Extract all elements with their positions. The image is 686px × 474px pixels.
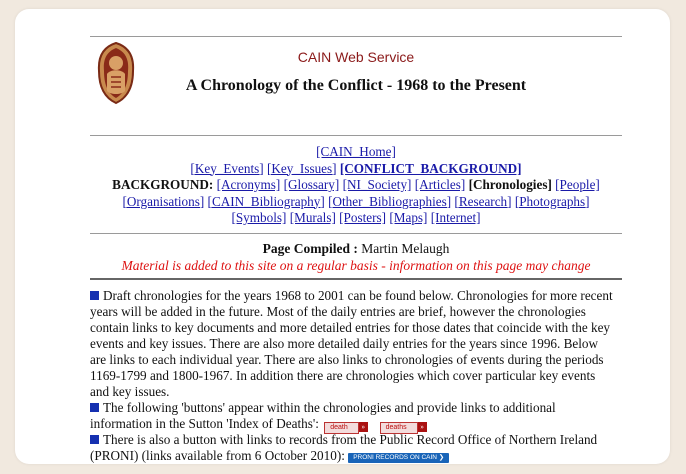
service-name: CAIN Web Service	[297, 49, 415, 65]
nav-link-organisations[interactable]: [Organisations]	[122, 194, 204, 209]
intro-text: Draft chronologies for the years 1968 to…	[90, 280, 615, 464]
nav-link-other-bibliographies[interactable]: [Other_Bibliographies]	[328, 194, 451, 209]
intro-paragraph: Draft chronologies for the years 1968 to…	[90, 288, 615, 400]
nav-link-articles[interactable]: [Articles]	[415, 177, 466, 192]
nav-link-posters[interactable]: [Posters]	[339, 210, 386, 225]
nav-link-key-issues[interactable]: [Key_Issues]	[267, 161, 337, 176]
nav-link-photographs[interactable]: [Photographs]	[515, 194, 590, 209]
nav-link-cain-bibliography[interactable]: [CAIN_Bibliography]	[208, 194, 325, 209]
nav-conflict-background-label: [CONFLICT_BACKGROUND]	[339, 160, 522, 176]
nav-link-acronyms[interactable]: [Acronyms]	[217, 177, 281, 192]
proni-paragraph: There is also a button with links to rec…	[90, 432, 615, 464]
bullet-square-icon	[90, 290, 99, 300]
bullet-square-icon	[90, 402, 99, 412]
nav-link-people[interactable]: [People]	[555, 177, 600, 192]
compiled-author: Martin Melaugh	[361, 240, 450, 256]
page-frame: CAIN Web Service A Chronology of the Con…	[15, 9, 670, 464]
intro-paragraph-text: Draft chronologies for the years 1968 to…	[90, 287, 613, 399]
deaths-button[interactable]: deaths»	[379, 417, 427, 434]
navigation-block: [CAIN_Home] [Key_Events] [Key_Issues] [C…	[90, 136, 622, 233]
page-header: CAIN Web Service A Chronology of the Con…	[90, 37, 622, 135]
compiled-label: Page Compiled :	[262, 240, 358, 256]
nav-link-glossary[interactable]: [Glossary]	[284, 177, 340, 192]
nav-link-symbols[interactable]: [Symbols]	[231, 210, 286, 225]
nav-link-ni-society[interactable]: [NI_Society]	[343, 177, 412, 192]
page-content: CAIN Web Service A Chronology of the Con…	[90, 36, 622, 464]
nav-link-internet[interactable]: [Internet]	[431, 210, 481, 225]
nav-link-cain-home[interactable]: [CAIN_Home]	[316, 144, 396, 159]
nav-link-key-events[interactable]: [Key_Events]	[190, 161, 263, 176]
nav-link-research[interactable]: [Research]	[454, 194, 511, 209]
background-label: BACKGROUND:	[112, 177, 214, 192]
buttons-paragraph: The following 'buttons' appear within th…	[90, 399, 615, 434]
nav-current-chronologies: [Chronologies]	[468, 177, 552, 192]
arrow-icon: »	[358, 421, 368, 432]
nav-link-maps[interactable]: [Maps]	[389, 210, 427, 225]
compiled-block: Page Compiled : Martin Melaugh Material …	[90, 234, 622, 278]
update-notice: Material is added to this site on a regu…	[121, 257, 591, 273]
proni-paragraph-text: There is also a button with links to rec…	[90, 431, 598, 463]
bullet-square-icon	[90, 434, 99, 444]
nav-link-conflict-background[interactable]: [CONFLICT_BACKGROUND]	[340, 161, 522, 176]
buttons-paragraph-text: The following 'buttons' appear within th…	[90, 399, 556, 431]
arrow-icon: »	[417, 421, 427, 432]
death-button[interactable]: death»	[324, 417, 368, 434]
proni-records-button[interactable]: PRONI RECORDS ON CAIN ❯	[348, 452, 450, 463]
page-title: A Chronology of the Conflict - 1968 to t…	[185, 77, 527, 94]
nav-link-murals[interactable]: [Murals]	[290, 210, 336, 225]
